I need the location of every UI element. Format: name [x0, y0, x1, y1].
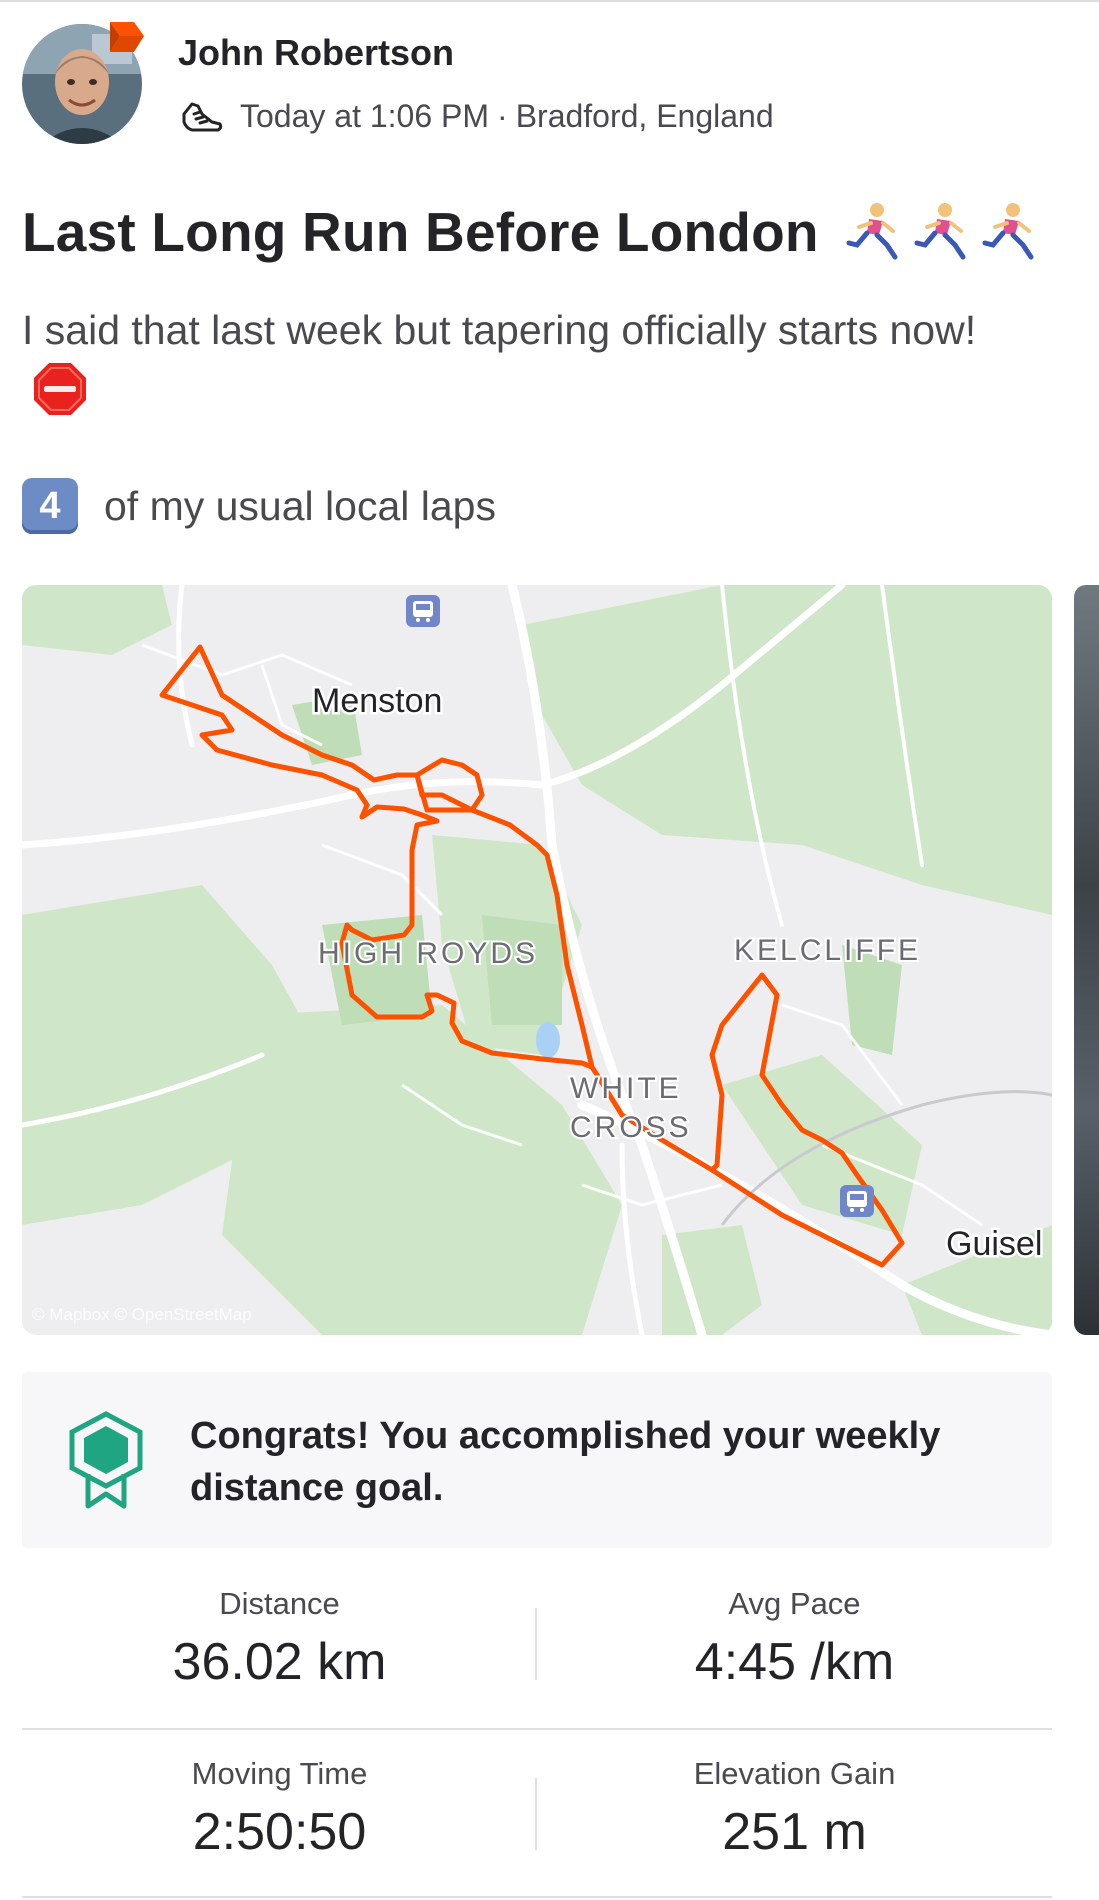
stat-elevation-gain: Elevation Gain 251 m [537, 1756, 1052, 1862]
runner-emoji-icon [846, 203, 898, 260]
meta-separator: · [497, 97, 508, 134]
goal-badge-icon [69, 1411, 143, 1509]
map-label-high-royds: HIGH ROYDS [318, 937, 538, 970]
activity-timestamp: Today at 1:06 PM [240, 97, 490, 134]
stat-distance: Distance 36.02 km [22, 1586, 537, 1692]
activity-location: Bradford, England [515, 97, 774, 134]
map-label-guiseley: Guisel [946, 1225, 1042, 1263]
runner-emoji-icon [914, 203, 966, 260]
train-station-icon[interactable] [840, 1185, 874, 1217]
laps-line: 4 of my usual local laps [22, 478, 496, 534]
run-shoe-icon [182, 102, 223, 132]
map-attribution[interactable]: © Mapbox © OpenStreetMap [32, 1305, 252, 1324]
train-station-icon[interactable] [406, 595, 440, 627]
stats-row-divider [22, 1728, 1052, 1730]
stats-bottom-divider [22, 1896, 1052, 1898]
stop-sign-icon [34, 363, 86, 416]
athlete-name[interactable]: John Robertson [178, 32, 454, 74]
weekly-goal-card[interactable]: Congrats! You accomplished your weekly d… [22, 1372, 1052, 1548]
activity-photo-peek[interactable] [1074, 585, 1099, 1335]
stat-value: 4:45 /km [694, 1633, 895, 1691]
goal-message: Congrats! You accomplished your weekly d… [190, 1415, 941, 1509]
activity-meta: Today at 1:06 PM · Bradford, England [178, 92, 774, 140]
stat-label: Elevation Gain [693, 1756, 896, 1791]
stat-moving-time: Moving Time 2:50:50 [22, 1756, 537, 1862]
runner-emojis [837, 201, 1041, 263]
description-text: I said that last week but tapering offic… [22, 307, 977, 353]
stat-value: 251 m [722, 1803, 867, 1861]
stat-label: Distance [219, 1586, 340, 1621]
map-label-kelcliffe: KELCLIFFE [734, 934, 921, 967]
map-label-cross: CROSS [570, 1111, 692, 1144]
map-lake [536, 1022, 560, 1058]
laps-text: of my usual local laps [104, 482, 496, 529]
activity-description: I said that last week but tapering offic… [22, 300, 1022, 420]
keycap-number-icon: 4 [22, 478, 78, 534]
stat-value: 36.02 km [172, 1633, 387, 1691]
map-label-menston: Menston [312, 682, 442, 720]
runner-emoji-icon [982, 203, 1034, 260]
activity-title[interactable]: Last Long Run Before London [22, 200, 819, 264]
route-map[interactable]: Menston HIGH ROYDS KELCLIFFE WHITE CROSS… [22, 585, 1052, 1335]
stat-value: 2:50:50 [192, 1803, 367, 1861]
map-label-white: WHITE [570, 1072, 682, 1105]
stat-avg-pace: Avg Pace 4:45 /km [537, 1586, 1052, 1692]
stat-label: Moving Time [191, 1756, 368, 1791]
subscriber-badge-icon [110, 22, 144, 52]
top-divider [0, 0, 1099, 2]
stat-label: Avg Pace [728, 1586, 861, 1621]
activity-title-row: Last Long Run Before London [22, 200, 1041, 264]
